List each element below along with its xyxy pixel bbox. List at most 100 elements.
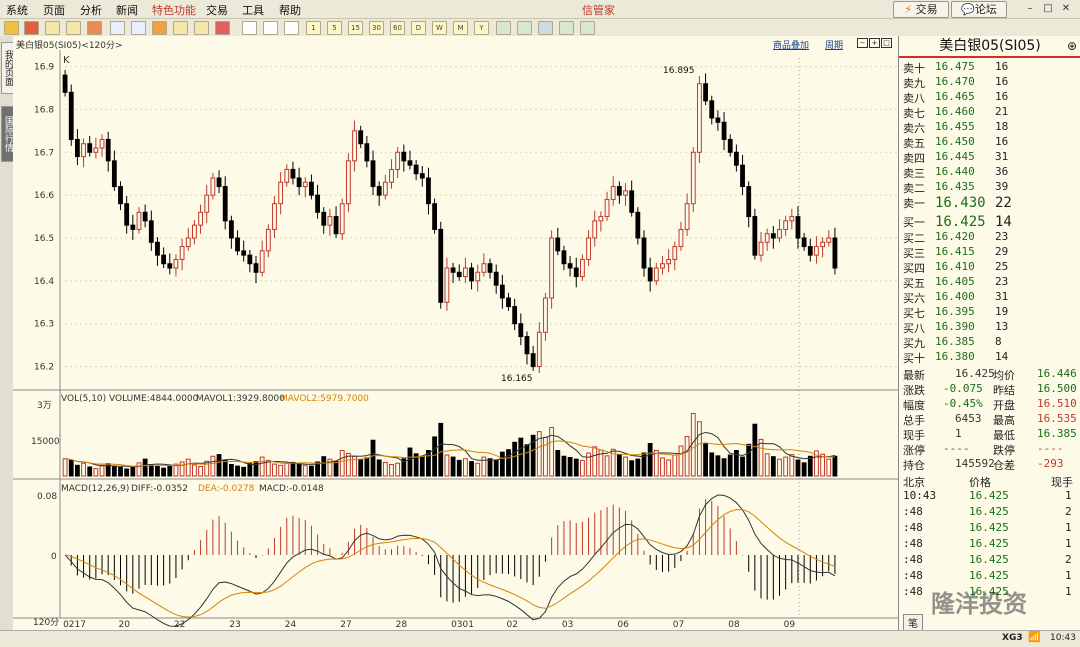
add-icon[interactable]: ⊕ <box>1067 39 1077 53</box>
macd-tick-0: 0 <box>51 552 57 562</box>
menu-help[interactable]: 帮助 <box>279 2 301 18</box>
ask-row-cell: 卖九 <box>903 77 925 90</box>
period-year-button[interactable]: Y <box>474 21 489 35</box>
tab-ticks[interactable]: 笔 <box>903 614 923 631</box>
candle-body <box>820 241 826 248</box>
volume-bar <box>419 455 425 477</box>
volume-bar <box>68 459 74 477</box>
volume-bar <box>241 466 247 477</box>
volume-bar <box>222 459 228 477</box>
minimize-icon[interactable]: – <box>1022 2 1038 15</box>
news-icon[interactable] <box>87 21 102 35</box>
forum-button[interactable]: 💬论坛 <box>951 1 1007 18</box>
candle-body <box>814 246 819 256</box>
volume-bar <box>740 456 745 477</box>
tick-row-cell: :48 <box>903 585 923 598</box>
ask-row-cell: 卖三 <box>903 167 925 180</box>
period-tick-icon[interactable] <box>580 21 595 35</box>
ask-row-cell: 16 <box>995 60 1009 73</box>
period-day-button[interactable]: D <box>411 21 426 35</box>
close-icon[interactable]: ✕ <box>1058 2 1074 15</box>
maximize-icon[interactable]: □ <box>1040 2 1056 15</box>
volume-bar <box>395 462 401 477</box>
volume-bar <box>74 464 80 477</box>
quote-title: 美白银05(SI05) <box>939 38 1041 54</box>
stat-row-cell: 16.446 <box>1037 367 1077 380</box>
draw-icon[interactable] <box>152 21 167 35</box>
volume-bar <box>493 459 499 477</box>
candle-body <box>561 250 567 265</box>
candle-body <box>302 181 308 188</box>
ask-row: 卖九 16.470 16 <box>899 75 1080 90</box>
menu-page[interactable]: 页面 <box>43 2 65 18</box>
chart-area[interactable]: 美白银05(SI05)<120分> 商品叠加 周期 − + □ 16.9 16.8… <box>13 36 898 630</box>
filter-icon[interactable] <box>215 21 230 35</box>
ask-row-cell: 卖六 <box>903 122 925 135</box>
ask-row-cell: 36 <box>995 165 1009 178</box>
period-15min-button[interactable]: 15 <box>348 21 363 35</box>
tick-row-cell: :48 <box>903 521 923 534</box>
volume-bar <box>290 461 296 477</box>
book-icon[interactable] <box>66 21 81 35</box>
forum-button-label: 论坛 <box>974 3 997 16</box>
home-icon[interactable] <box>24 21 39 35</box>
candle-body <box>462 267 468 278</box>
trade-button[interactable]: ⚡ 交易 <box>893 1 949 18</box>
chart-icon[interactable] <box>263 21 278 35</box>
trend-icon[interactable] <box>284 21 299 35</box>
zoom-out-icon[interactable] <box>131 21 146 35</box>
tick-row: :48 16.425 2 <box>899 553 1080 568</box>
watermark: 隆洋投资 <box>931 590 1027 618</box>
candle-body <box>450 267 456 273</box>
zoom-in-icon[interactable] <box>110 21 125 35</box>
stat-row-cell: -293 <box>1037 457 1064 470</box>
volume-bar <box>555 450 561 477</box>
candle-body <box>666 258 672 265</box>
kline-label: K <box>63 55 70 66</box>
bid-row-cell: 14 <box>995 350 1009 363</box>
candle-body <box>259 250 265 273</box>
period-5min-button[interactable]: 5 <box>327 21 342 35</box>
tick-row-cell: :48 <box>903 569 923 582</box>
menu-analysis[interactable]: 分析 <box>80 2 102 18</box>
macd-legend-title: MACD(12,26,9) <box>61 484 129 494</box>
stat-row: 幅度 -0.45% 开盘 16.510 <box>899 397 1080 412</box>
candle-body <box>235 237 240 252</box>
period-custom-icon[interactable] <box>496 21 511 35</box>
period-30min-button[interactable]: 30 <box>369 21 384 35</box>
volume-bar <box>770 456 776 477</box>
back-icon[interactable] <box>4 21 19 35</box>
tick-row: :48 16.425 1 <box>899 569 1080 584</box>
menu-news[interactable]: 新闻 <box>116 2 138 18</box>
folder-icon[interactable] <box>45 21 60 35</box>
volume-bar <box>155 466 160 477</box>
period-month-button[interactable]: M <box>453 21 468 35</box>
vol-legend-mavol1: MAVOL1:3929.8000 <box>196 394 285 404</box>
volume-bar <box>801 462 807 477</box>
ticks-header-cell: 价格 <box>969 476 991 489</box>
ask-row: 卖八 16.465 16 <box>899 90 1080 105</box>
period-1min-button[interactable]: 1 <box>306 21 321 35</box>
period-120min-icon[interactable] <box>538 21 553 35</box>
period-week-button[interactable]: W <box>432 21 447 35</box>
pen-icon[interactable] <box>173 21 188 35</box>
volume-bar <box>703 443 708 477</box>
candle-body <box>826 237 832 243</box>
volume-bar <box>216 454 222 477</box>
alert-icon[interactable] <box>194 21 209 35</box>
ask-row-cell: 16 <box>995 90 1009 103</box>
table-icon[interactable] <box>242 21 257 35</box>
menu-tools[interactable]: 工具 <box>242 2 264 18</box>
menu-system[interactable]: 系统 <box>6 2 28 18</box>
volume-bar <box>678 445 684 477</box>
menu-trade[interactable]: 交易 <box>206 2 228 18</box>
volume-bar <box>130 466 136 477</box>
candle-body <box>173 258 179 269</box>
period-multi-icon[interactable] <box>559 21 574 35</box>
menu-features[interactable]: 特色功能 <box>152 2 196 18</box>
ask-row: 卖二 16.435 39 <box>899 180 1080 195</box>
period-60min-button[interactable]: 60 <box>390 21 405 35</box>
macd-tick-008: 0.08 <box>37 492 57 502</box>
candle-body <box>543 297 548 333</box>
period-season-icon[interactable] <box>517 21 532 35</box>
